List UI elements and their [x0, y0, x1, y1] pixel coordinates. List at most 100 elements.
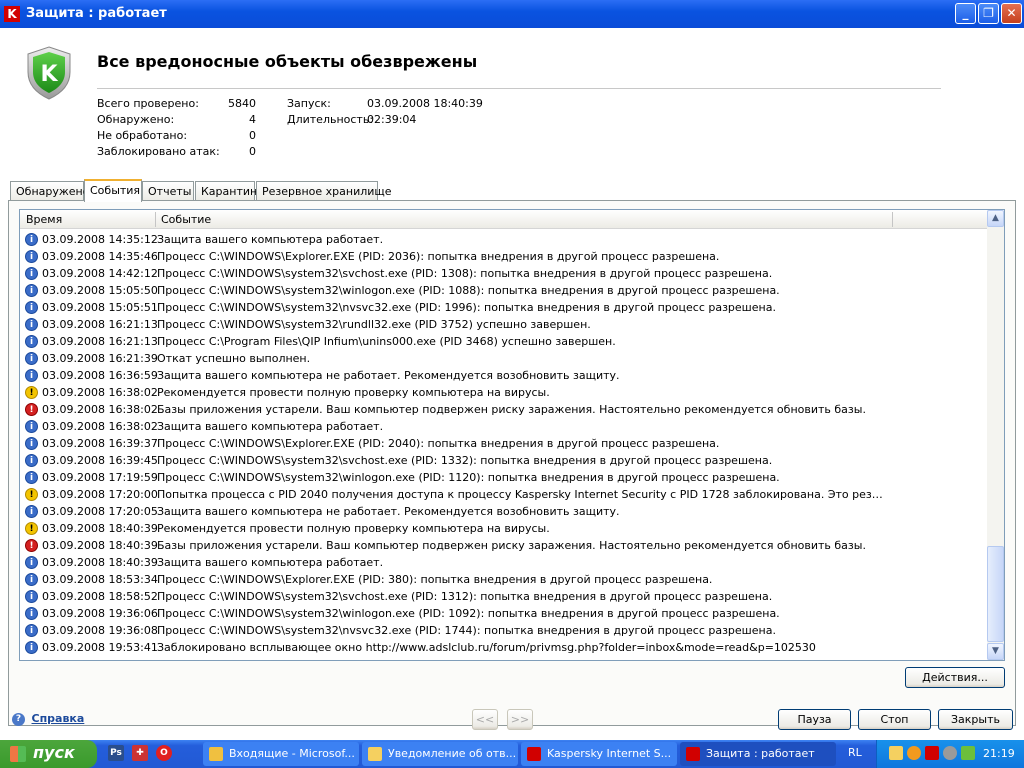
table-row[interactable]: i 03.09.2008 19:36:06 Процесс C:\WINDOWS\s… — [20, 605, 988, 622]
title-bar[interactable]: K Защита : работает _ ❐ ✕ — [0, 0, 1024, 28]
table-row[interactable]: ! 03.09.2008 16:38:02 Базы приложения уста… — [20, 401, 988, 418]
prev-button[interactable]: << — [472, 709, 498, 730]
stop-button[interactable]: Стоп — [858, 709, 931, 730]
scroll-down-button[interactable]: ▼ — [987, 643, 1004, 660]
info-icon: i — [25, 437, 38, 450]
vertical-scrollbar[interactable]: ▲ ▼ — [987, 210, 1004, 660]
column-header-time[interactable]: Время — [26, 213, 62, 226]
close-button[interactable]: Закрыть — [938, 709, 1013, 730]
event-text: Процесс C:\WINDOWS\system32\winlogon.exe… — [157, 607, 780, 620]
task-label: Защита : работает — [706, 747, 815, 760]
next-button[interactable]: >> — [507, 709, 533, 730]
tab-detected[interactable]: Обнаружено — [10, 181, 89, 201]
task-protection[interactable]: Защита : работает — [680, 742, 836, 766]
event-text: Процесс C:\WINDOWS\Explorer.EXE (PID: 20… — [157, 250, 720, 263]
media-app-icon[interactable]: ✚ — [132, 745, 148, 761]
event-text: Процесс C:\WINDOWS\system32\winlogon.exe… — [157, 471, 780, 484]
table-row[interactable]: i 03.09.2008 15:05:50 Процесс C:\WINDOWS\s… — [20, 282, 988, 299]
table-row[interactable]: i 03.09.2008 18:58:52 Процесс C:\WINDOWS\s… — [20, 588, 988, 605]
table-row[interactable]: i 03.09.2008 16:21:13 Процесс C:\Program F… — [20, 333, 988, 350]
nvidia-tray-icon[interactable] — [961, 746, 975, 760]
tab-backup[interactable]: Резервное хранилище — [256, 181, 392, 201]
close-window-button[interactable]: ✕ — [1001, 3, 1022, 24]
table-row[interactable]: i 03.09.2008 16:36:59 Защита вашего компью… — [20, 367, 988, 384]
table-row[interactable]: i 03.09.2008 18:40:39 Защита вашего компью… — [20, 554, 988, 571]
column-separator[interactable] — [155, 212, 156, 227]
event-text: Защита вашего компьютера работает. — [157, 420, 384, 433]
info-icon: i — [25, 471, 38, 484]
mail-tray-icon[interactable] — [889, 746, 903, 760]
event-time: 03.09.2008 18:40:39 — [42, 522, 158, 535]
events-panel: Время Событие i 03.09.2008 14:35:12 Защита… — [8, 200, 1016, 726]
events-list[interactable]: Время Событие i 03.09.2008 14:35:12 Защита… — [19, 209, 1005, 661]
envelope-icon — [368, 747, 382, 761]
table-row[interactable]: i 03.09.2008 14:35:12 Защита вашего компью… — [20, 231, 988, 248]
table-row[interactable]: i 03.09.2008 16:21:39 Откат успешно выполн… — [20, 350, 988, 367]
task-notification[interactable]: Уведомление об отв... — [362, 742, 518, 766]
help-link[interactable]: Справка — [32, 712, 85, 725]
table-row[interactable]: i 03.09.2008 17:20:05 Защита вашего компью… — [20, 503, 988, 520]
table-row[interactable]: ! 03.09.2008 18:40:39 Рекомендуется провес… — [20, 520, 988, 537]
info-icon: i — [25, 590, 38, 603]
table-row[interactable]: i 03.09.2008 16:38:02 Защита вашего компью… — [20, 418, 988, 435]
event-text: Откат успешно выполнен. — [157, 352, 311, 365]
task-outlook[interactable]: Входящие - Microsof... — [203, 742, 359, 766]
table-row[interactable]: i 03.09.2008 19:36:08 Процесс C:\WINDOWS\s… — [20, 622, 988, 639]
info-icon: i — [25, 505, 38, 518]
clock[interactable]: 21:19 — [983, 747, 1015, 760]
task-kaspersky[interactable]: Kaspersky Internet S... — [521, 742, 677, 766]
kaspersky-shield-icon: K — [26, 46, 72, 100]
start-button[interactable]: пуск — [0, 740, 97, 768]
event-text: Базы приложения устарели. Ваш компьютер … — [157, 539, 866, 552]
event-time: 03.09.2008 15:05:51 — [42, 301, 158, 314]
table-row[interactable]: i 03.09.2008 16:39:37 Процесс C:\WINDOWS\E… — [20, 435, 988, 452]
table-row[interactable]: i 03.09.2008 16:21:13 Процесс C:\WINDOWS\s… — [20, 316, 988, 333]
actions-button[interactable]: Действия... — [905, 667, 1005, 688]
scroll-up-button[interactable]: ▲ — [987, 210, 1004, 227]
event-time: 03.09.2008 18:58:52 — [42, 590, 158, 603]
pause-button[interactable]: Пауза — [778, 709, 851, 730]
help-link-container[interactable]: ? Справка — [12, 712, 84, 726]
tab-reports[interactable]: Отчеты — [142, 181, 194, 201]
list-header: Время Событие — [20, 210, 988, 229]
minimize-button[interactable]: _ — [955, 3, 976, 24]
info-icon: i — [25, 233, 38, 246]
language-indicator[interactable]: RL — [848, 746, 862, 759]
start-value: 03.09.2008 18:40:39 — [367, 97, 483, 110]
table-row[interactable]: i 03.09.2008 17:19:59 Процесс C:\WINDOWS\s… — [20, 469, 988, 486]
table-row[interactable]: i 03.09.2008 15:05:51 Процесс C:\WINDOWS\s… — [20, 299, 988, 316]
table-row[interactable]: ! 03.09.2008 18:40:39 Базы приложения уста… — [20, 537, 988, 554]
status-headline: Все вредоносные объекты обезврежены — [97, 52, 478, 71]
event-text: Процесс C:\WINDOWS\Explorer.EXE (PID: 38… — [157, 573, 713, 586]
table-row[interactable]: i 03.09.2008 16:39:45 Процесс C:\WINDOWS\s… — [20, 452, 988, 469]
network-tray-icon[interactable] — [943, 746, 957, 760]
table-row[interactable]: i 03.09.2008 14:42:12 Процесс C:\WINDOWS\s… — [20, 265, 988, 282]
event-time: 03.09.2008 14:35:46 — [42, 250, 158, 263]
opera-icon[interactable]: O — [156, 745, 172, 761]
table-row[interactable]: i 03.09.2008 18:53:34 Процесс C:\WINDOWS\E… — [20, 571, 988, 588]
photoshop-icon[interactable]: Ps — [108, 745, 124, 761]
event-time: 03.09.2008 18:53:34 — [42, 573, 158, 586]
duration-value: 02:39:04 — [367, 113, 417, 126]
tab-quarantine[interactable]: Карантин — [195, 181, 257, 201]
event-rows: i 03.09.2008 14:35:12 Защита вашего компью… — [20, 231, 988, 656]
table-row[interactable]: ! 03.09.2008 17:20:00 Попытка процесса с P… — [20, 486, 988, 503]
warn-icon: ! — [25, 488, 38, 501]
event-time: 03.09.2008 16:36:59 — [42, 369, 158, 382]
kaspersky-k-icon — [686, 747, 700, 761]
column-separator[interactable] — [892, 212, 893, 227]
maximize-button[interactable]: ❐ — [978, 3, 999, 24]
column-header-event[interactable]: Событие — [161, 213, 211, 226]
duration-label: Длительность: — [287, 113, 374, 126]
tab-events[interactable]: События — [84, 179, 142, 202]
clock-tray-icon[interactable] — [907, 746, 921, 760]
scroll-thumb[interactable] — [987, 546, 1004, 642]
event-time: 03.09.2008 18:40:39 — [42, 539, 158, 552]
outlook-icon — [209, 747, 223, 761]
event-text: Процесс C:\WINDOWS\system32\svchost.exe … — [157, 267, 773, 280]
table-row[interactable]: ! 03.09.2008 16:38:02 Рекомендуется провес… — [20, 384, 988, 401]
event-time: 03.09.2008 15:05:50 — [42, 284, 158, 297]
table-row[interactable]: i 03.09.2008 19:53:41 Заблокировано всплыв… — [20, 639, 988, 656]
kaspersky-tray-icon[interactable] — [925, 746, 939, 760]
table-row[interactable]: i 03.09.2008 14:35:46 Процесс C:\WINDOWS\E… — [20, 248, 988, 265]
